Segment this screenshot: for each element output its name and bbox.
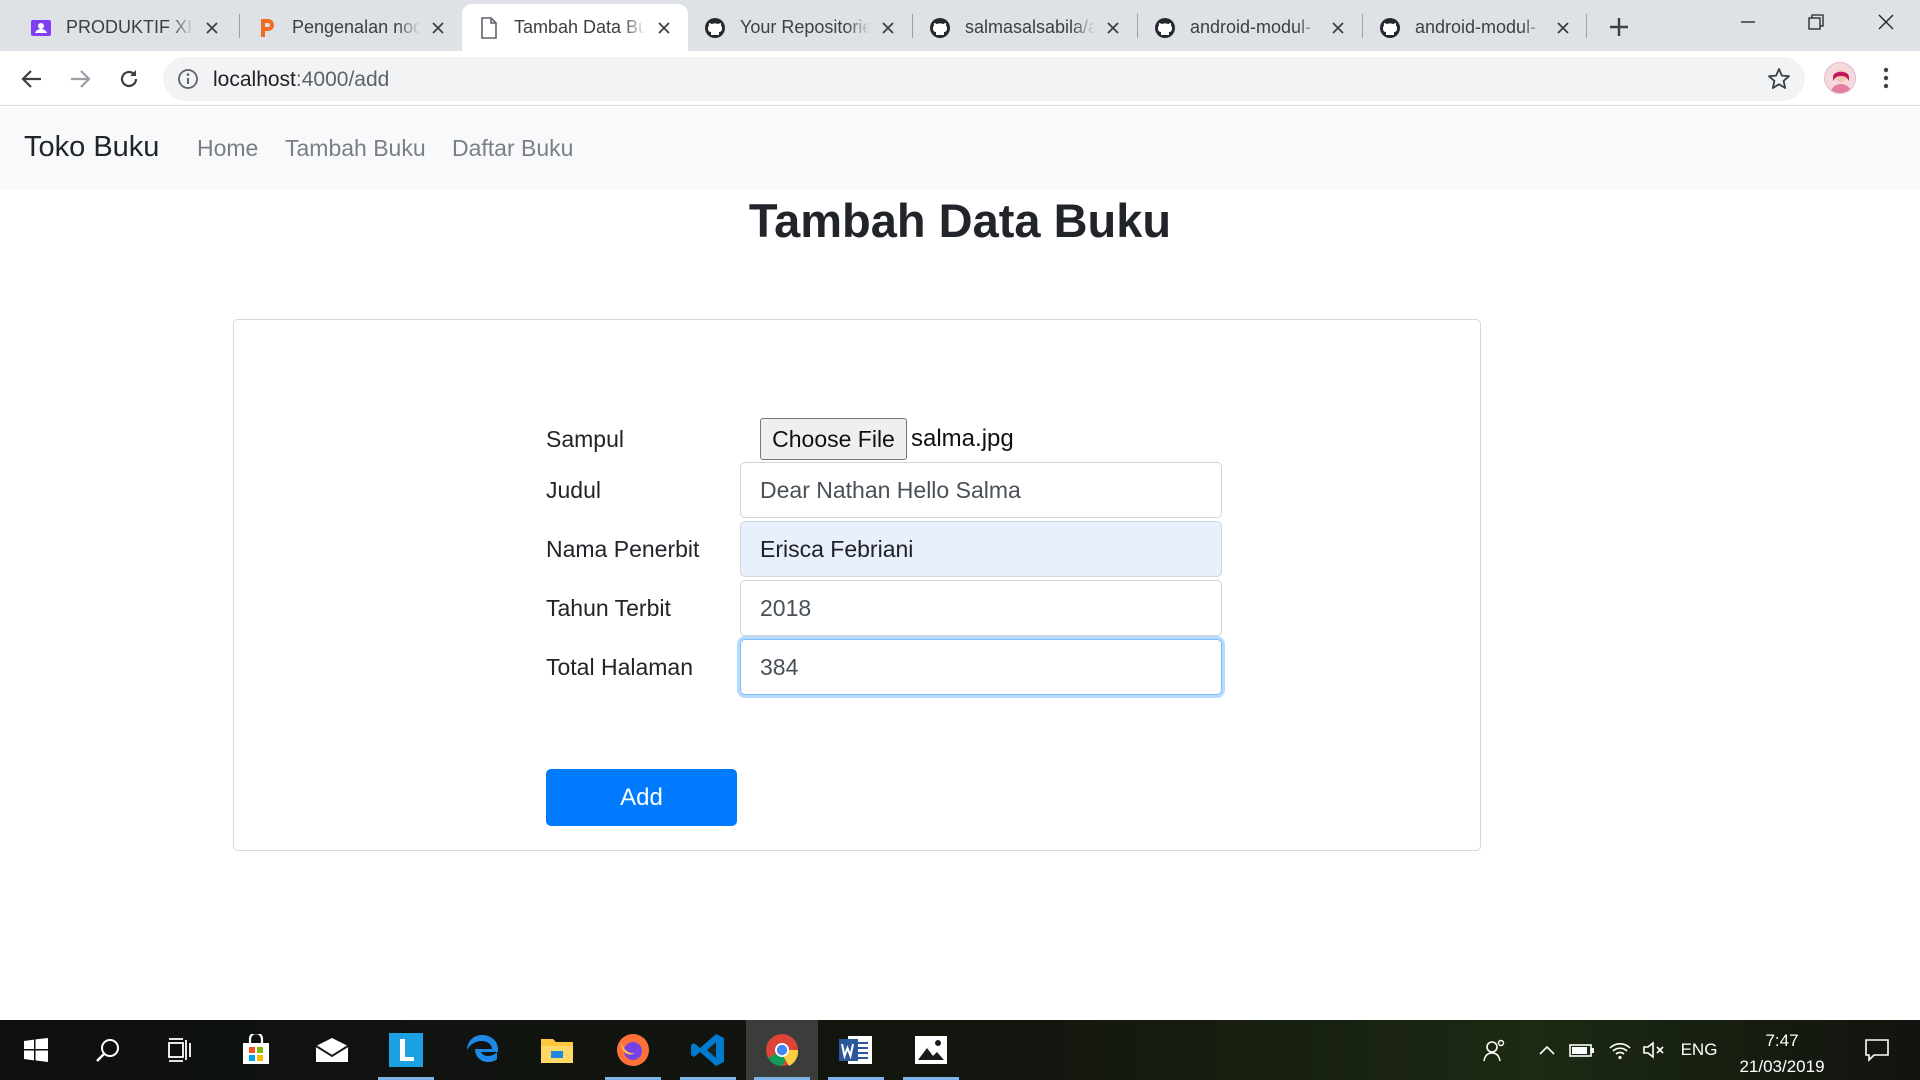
word-icon[interactable] [820, 1020, 892, 1080]
profile-avatar[interactable] [1824, 62, 1856, 94]
classroom-icon [30, 17, 52, 39]
battery-icon[interactable] [1566, 1020, 1598, 1080]
pages-label: Total Halaman [546, 654, 694, 680]
l-app-icon[interactable] [370, 1020, 442, 1080]
search-icon[interactable] [72, 1020, 144, 1080]
tab-salmasalsabila[interactable]: salmasalsabila/a [913, 4, 1137, 51]
url-text: localhost:4000/add [213, 68, 389, 92]
bookmark-star-icon[interactable] [1767, 67, 1791, 91]
year-input-value: 2018 [760, 594, 812, 621]
tab-title: Your Repositorie [740, 17, 870, 37]
tab-title: android-modul- [1415, 17, 1537, 37]
tab-title: android-modul- [1190, 17, 1312, 37]
tab-title: Pengenalan nod [292, 17, 420, 37]
clock-date: 21/03/2019 [1739, 1057, 1825, 1076]
tab-close-icon[interactable] [1103, 18, 1123, 38]
task-view-icon[interactable] [144, 1020, 216, 1080]
language-text: ENG [1680, 1040, 1718, 1059]
p-letter-icon [256, 17, 278, 39]
tab-your-repositories[interactable]: Your Repositorie [688, 4, 912, 51]
pages-input[interactable]: 384 [740, 639, 1222, 695]
nav-link-daftar-buku[interactable]: Daftar Buku [452, 135, 573, 162]
tab-close-icon[interactable] [654, 18, 674, 38]
tab-close-icon[interactable] [1553, 18, 1573, 38]
choose-file-button[interactable]: Choose File [760, 418, 907, 460]
year-label: Tahun Terbit [546, 595, 671, 621]
tab-close-icon[interactable] [1328, 18, 1348, 38]
add-button[interactable]: Add [546, 769, 737, 826]
file-explorer-icon[interactable] [521, 1020, 593, 1080]
tab-close-icon[interactable] [878, 18, 898, 38]
tab-title: salmasalsabila/a [965, 17, 1095, 37]
chrome-icon[interactable] [746, 1020, 818, 1080]
vscode-icon[interactable] [672, 1020, 744, 1080]
tab-title: Tambah Data Bu [514, 17, 646, 37]
address-bar[interactable]: localhost:4000/add [163, 57, 1805, 101]
tab-close-icon[interactable] [428, 18, 448, 38]
edge-icon[interactable] [446, 1020, 518, 1080]
page-title: Tambah Data Buku [748, 194, 1172, 247]
mail-icon[interactable] [296, 1020, 368, 1080]
people-icon[interactable] [1474, 1020, 1514, 1080]
tab-strip: PRODUKTIF XI R Pengenalan nod Tambah Dat… [0, 0, 1920, 51]
github-icon [929, 17, 951, 39]
minimize-icon[interactable] [1714, 0, 1782, 44]
system-clock[interactable]: 7:47 21/03/2019 [1730, 1028, 1834, 1080]
new-tab-icon[interactable] [1604, 12, 1634, 42]
back-arrow-icon[interactable] [14, 61, 50, 97]
nav-link-home[interactable]: Home [197, 135, 258, 162]
info-icon[interactable] [177, 68, 199, 90]
reload-icon[interactable] [111, 61, 147, 97]
forward-arrow-icon[interactable] [62, 61, 98, 97]
menu-kebab-icon[interactable] [1876, 62, 1896, 94]
store-icon[interactable] [220, 1020, 292, 1080]
tab-title: PRODUKTIF XI R [66, 17, 194, 37]
restore-icon[interactable] [1782, 0, 1850, 44]
nav-link-tambah-buku[interactable]: Tambah Buku [285, 135, 426, 162]
publisher-input[interactable]: Erisca Febriani [740, 521, 1222, 577]
url-host: localhost [213, 68, 296, 91]
notification-icon[interactable] [1854, 1020, 1900, 1080]
page-icon [478, 16, 500, 39]
year-input[interactable]: 2018 [740, 580, 1222, 636]
navbar-brand[interactable]: Toko Buku [24, 131, 159, 164]
photos-icon[interactable] [895, 1020, 967, 1080]
clock-time: 7:47 [1765, 1031, 1799, 1050]
title-label: Judul [546, 477, 601, 503]
tab-pengenalan[interactable]: Pengenalan nod [240, 4, 462, 51]
windows-start-icon[interactable] [0, 1020, 72, 1080]
pages-input-value: 384 [760, 653, 799, 680]
tab-close-icon[interactable] [202, 18, 222, 38]
site-navbar: Toko Buku Home Tambah Buku Daftar Buku [0, 107, 1920, 190]
taskbar: ENG 7:47 21/03/2019 [0, 1020, 1920, 1080]
url-path: :4000/add [295, 68, 390, 91]
github-icon [1379, 17, 1401, 39]
github-icon [1154, 17, 1176, 39]
firefox-icon[interactable] [597, 1020, 669, 1080]
cover-label: Sampul [546, 426, 624, 452]
tab-android-modul-2[interactable]: android-modul- [1363, 4, 1587, 51]
browser-toolbar: localhost:4000/add [0, 51, 1920, 106]
tab-tambah-data[interactable]: Tambah Data Bu [462, 4, 688, 51]
wifi-icon[interactable] [1604, 1020, 1636, 1080]
tab-divider [1586, 14, 1587, 38]
tab-produktif[interactable]: PRODUKTIF XI R [14, 4, 236, 51]
volume-muted-icon[interactable] [1638, 1020, 1670, 1080]
title-input[interactable]: Dear Nathan Hello Salma [740, 462, 1222, 518]
language-indicator[interactable]: ENG [1674, 1020, 1724, 1080]
title-input-value: Dear Nathan Hello Salma [760, 476, 1021, 503]
github-icon [704, 17, 726, 39]
close-window-icon[interactable] [1852, 0, 1920, 44]
chevron-up-icon[interactable] [1532, 1020, 1562, 1080]
publisher-input-value: Erisca Febriani [760, 535, 914, 562]
publisher-label: Nama Penerbit [546, 536, 700, 562]
tab-android-modul-1[interactable]: android-modul- [1138, 4, 1362, 51]
selected-file-name: salma.jpg [911, 425, 1014, 452]
